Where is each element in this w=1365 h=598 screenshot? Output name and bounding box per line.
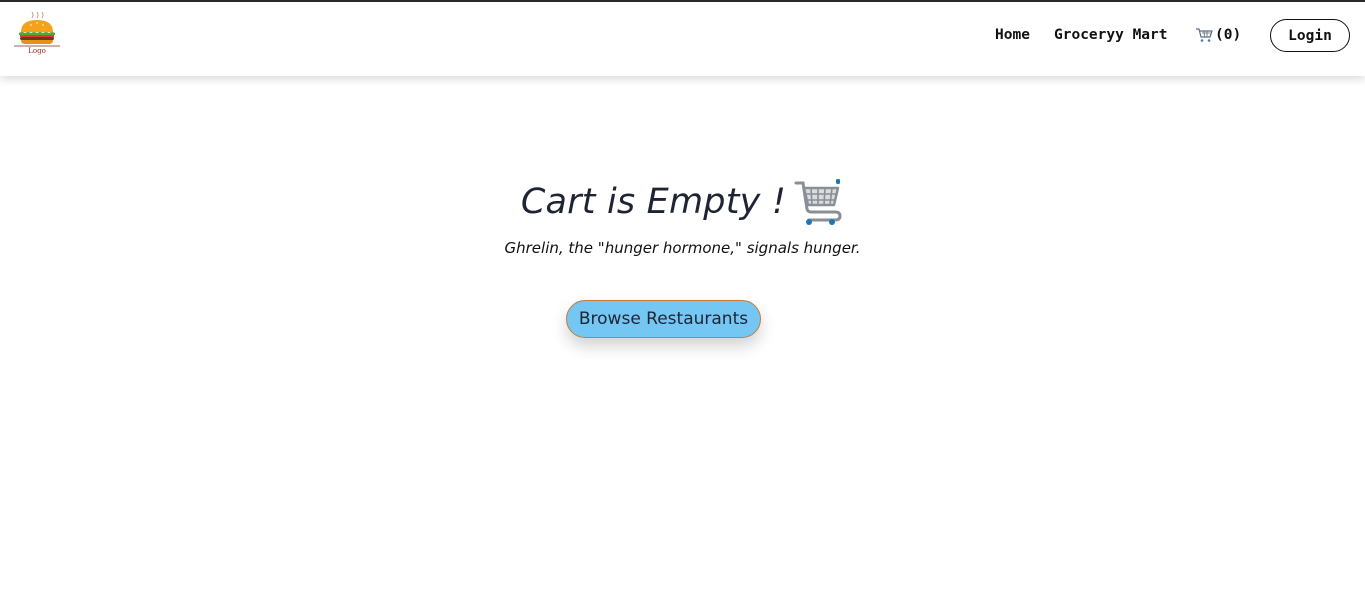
login-button[interactable]: Login — [1270, 19, 1350, 52]
logo[interactable]: Logo — [12, 11, 62, 58]
nav-cart-link[interactable]: (0) — [1195, 26, 1241, 44]
nav-grocery-link[interactable]: Groceryy Mart — [1054, 26, 1168, 44]
empty-cart-heading-row: Cart is Empty ! — [0, 174, 1365, 230]
shopping-cart-icon — [794, 179, 842, 225]
burger-logo-icon — [14, 11, 60, 47]
navbar: Logo Home Groceryy Mart (0) Login — [0, 2, 1365, 76]
empty-cart-title: Cart is Empty ! — [520, 182, 787, 222]
empty-cart-subtitle: Ghrelin, the "hunger hormone," signals h… — [504, 239, 861, 257]
browse-restaurants-button[interactable]: Browse Restaurants — [566, 300, 761, 338]
shopping-cart-icon — [1196, 28, 1213, 42]
cart-count: (0) — [1215, 27, 1242, 43]
logo-caption: Logo — [28, 47, 46, 55]
nav-home-link[interactable]: Home — [995, 26, 1030, 44]
